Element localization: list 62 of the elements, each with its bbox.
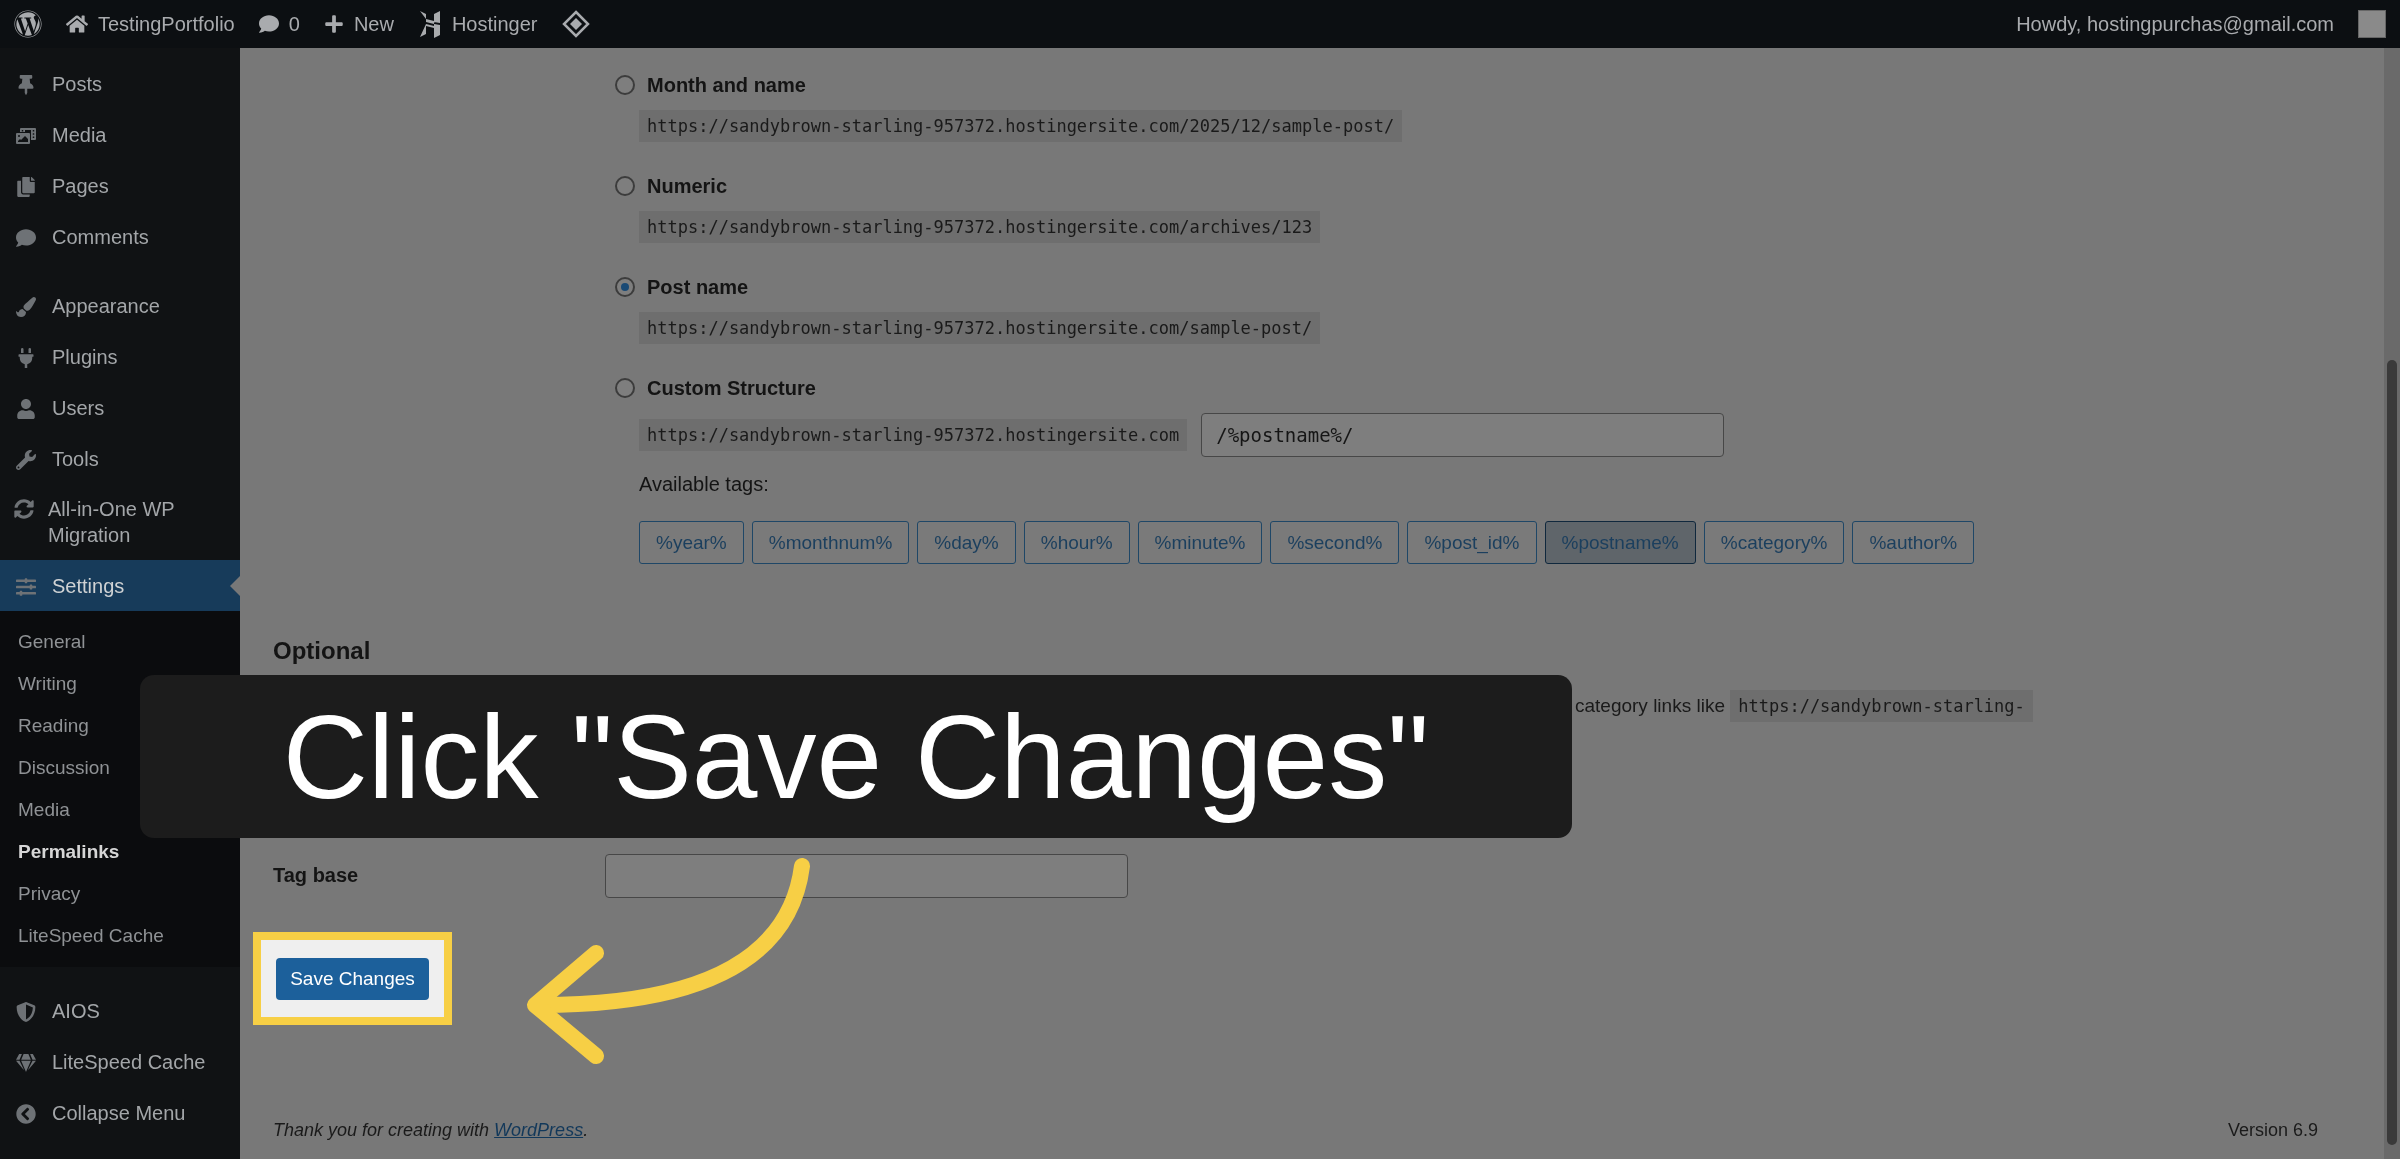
- section-heading: Optional: [273, 636, 372, 666]
- diamond-icon[interactable]: [561, 10, 590, 38]
- tags-label: Available tags:: [639, 473, 770, 497]
- menu-item[interactable]: LiteSpeed Cache: [0, 1036, 240, 1087]
- radio-button[interactable]: [615, 277, 635, 297]
- url-example: https://sandybrown-starling-957372.hostingersite.com/sample-post/: [639, 312, 1321, 344]
- greeting[interactable]: Howdy, hostingpurchas@gmail.com: [2016, 12, 2334, 36]
- plus-icon: [323, 14, 344, 34]
- pages-icon: [14, 174, 38, 197]
- wordpress-logo-icon[interactable]: [14, 10, 42, 38]
- menu-item[interactable]: Appearance: [0, 280, 240, 331]
- submenu-item[interactable]: Discussion: [18, 747, 110, 789]
- menu-item[interactable]: Plugins: [0, 331, 240, 382]
- save-changes-button[interactable]: Save Changes: [276, 957, 429, 1000]
- radio-button[interactable]: [615, 75, 635, 95]
- submenu-item[interactable]: LiteSpeed Cache: [18, 915, 164, 957]
- submenu-item[interactable]: Privacy: [18, 873, 81, 915]
- h-logo-icon: [417, 10, 442, 38]
- hostinger-link[interactable]: Hostinger: [417, 10, 538, 38]
- option-label: Post name: [647, 275, 749, 299]
- comment-icon: [258, 14, 279, 34]
- site-link[interactable]: TestingPortfolio: [66, 12, 235, 36]
- submenu-item[interactable]: Writing: [18, 663, 77, 705]
- menu-item[interactable]: Tools: [0, 433, 240, 484]
- menu-item[interactable]: Users: [0, 382, 240, 433]
- url-example: https://sandybrown-starling-957372.hostingersite.com: [639, 419, 1188, 451]
- submenu-item[interactable]: Reading: [18, 705, 89, 747]
- radio-button[interactable]: [615, 176, 635, 196]
- menu-item[interactable]: All-in-One WP Migration: [0, 484, 240, 560]
- radio-button[interactable]: [615, 378, 635, 398]
- wrench-icon: [14, 447, 38, 470]
- footer-credit: Thank you for creating with WordPress.: [273, 1119, 589, 1141]
- input-field[interactable]: [605, 853, 1128, 898]
- url-example: https://sandybrown-starling-957372.hostingersite.com/2025/12/sample-post/: [639, 110, 1403, 142]
- menu-item[interactable]: Collapse Menu: [0, 1087, 240, 1138]
- menu-item[interactable]: Posts: [0, 58, 240, 109]
- new-link[interactable]: New: [323, 12, 394, 36]
- callout-banner: Click "Save Changes": [140, 675, 1572, 838]
- field-label: Tag base: [273, 864, 360, 887]
- shield-icon: [14, 999, 38, 1022]
- version-label: Version 6.9: [2227, 1119, 2318, 1141]
- chevron-left-icon: [14, 1101, 38, 1124]
- user-icon: [14, 396, 38, 419]
- brush-icon: [14, 294, 38, 317]
- refresh-icon: [14, 496, 34, 519]
- menu-item[interactable]: AIOS: [0, 985, 240, 1036]
- submenu-item[interactable]: Media: [18, 789, 70, 831]
- menu-item[interactable]: Settings: [0, 560, 240, 611]
- option-label: Numeric: [647, 174, 728, 198]
- option-label: Custom Structure: [647, 376, 816, 400]
- home-icon: [66, 13, 88, 35]
- scrollbar[interactable]: [2384, 48, 2400, 1159]
- submenu-item[interactable]: General: [18, 621, 86, 663]
- menu-item[interactable]: Pages: [0, 160, 240, 211]
- submenu-item[interactable]: Permalinks: [18, 831, 120, 873]
- menu-item[interactable]: Media: [0, 109, 240, 160]
- comments-link[interactable]: 0: [258, 12, 300, 36]
- menu-item[interactable]: Comments: [0, 211, 240, 262]
- structure-input[interactable]: /%postname%/: [1201, 413, 1725, 457]
- option-label: Month and name: [647, 73, 806, 97]
- avatar[interactable]: [2358, 10, 2386, 38]
- url-example: https://sandybrown-starling-957372.hostingersite.com/archives/123: [639, 211, 1321, 243]
